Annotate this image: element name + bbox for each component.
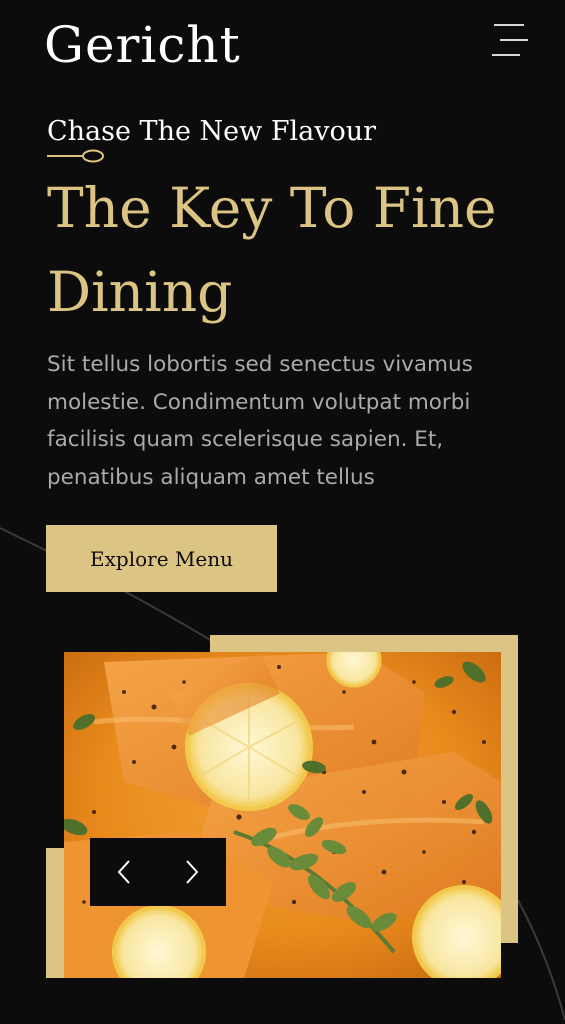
chevron-left-icon[interactable] (104, 852, 144, 892)
spoon-icon (47, 149, 104, 163)
gallery-slider-controls (90, 838, 226, 906)
explore-menu-button[interactable]: Explore Menu (46, 525, 277, 592)
salmon-dish-photo (64, 652, 501, 978)
chevron-right-icon[interactable] (172, 852, 212, 892)
hero-headline: The Key To Fine Dining (47, 176, 497, 324)
hero-description: Sit tellus lobortis sed senectus vivamus… (47, 352, 473, 490)
brand-logo[interactable]: Gericht (44, 12, 241, 78)
hamburger-menu-icon[interactable] (490, 22, 530, 58)
hero-kicker: Chase The New Flavour (47, 116, 377, 147)
